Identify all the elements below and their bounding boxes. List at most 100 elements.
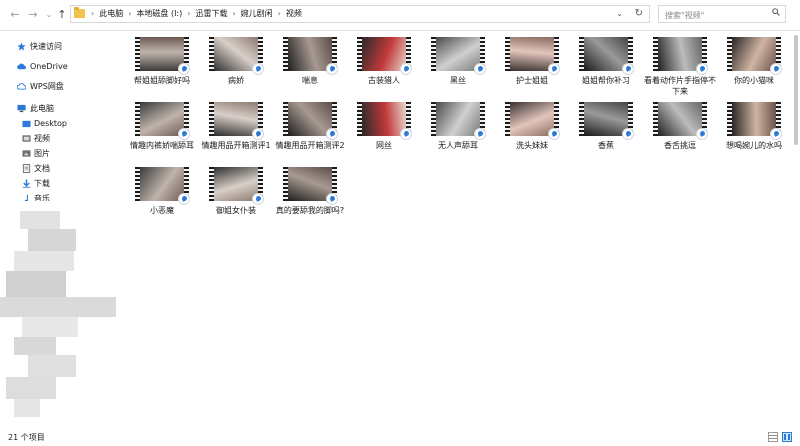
- film-perforation: [727, 102, 732, 136]
- file-name: 洗头妹妹: [516, 141, 548, 150]
- sidebar-item-documents[interactable]: 文档: [0, 161, 116, 176]
- vertical-scrollbar[interactable]: [792, 31, 800, 428]
- blur-block: [14, 337, 56, 355]
- recent-locations-button[interactable]: ⌄: [42, 8, 56, 22]
- file-name: 情趣内裤娇喘舔耳: [130, 141, 194, 150]
- breadcrumb-current[interactable]: 视频: [283, 6, 305, 22]
- video-file-icon: [548, 128, 560, 140]
- file-item[interactable]: 看着动作片手指停不下来: [644, 33, 716, 97]
- sidebar-item-pictures[interactable]: 图片: [0, 146, 116, 161]
- folder-icon: [74, 7, 85, 18]
- file-item[interactable]: 喘息: [274, 33, 346, 97]
- video-file-icon: [696, 63, 708, 75]
- film-perforation: [209, 37, 214, 71]
- address-dropdown-icon[interactable]: ⌄: [616, 6, 623, 22]
- details-view-button[interactable]: [768, 432, 778, 442]
- film-perforation: [579, 37, 584, 71]
- sidebar-item-downloads[interactable]: 下载: [0, 176, 116, 191]
- file-item[interactable]: 帮姐姐舔脚好吗: [126, 33, 198, 97]
- search-input[interactable]: [663, 7, 767, 23]
- cloud-outline-icon: [17, 83, 26, 90]
- arrow-right-icon: →: [28, 8, 38, 21]
- breadcrumb-drive[interactable]: 本地磁盘 (I:): [133, 6, 185, 22]
- sidebar-item-label: 文档: [34, 164, 50, 173]
- search-icon[interactable]: [772, 8, 780, 16]
- video-file-icon: [770, 128, 782, 140]
- desktop-folder-icon: [22, 120, 31, 128]
- video-file-icon: [474, 63, 486, 75]
- file-item[interactable]: 黑丝: [422, 33, 494, 97]
- cloud-icon: [17, 63, 26, 70]
- breadcrumb-folder[interactable]: 婉儿剧闲: [238, 6, 276, 22]
- blur-block: [28, 229, 76, 251]
- scrollbar-thumb[interactable]: [794, 35, 798, 145]
- file-item[interactable]: 香舌挑逗: [644, 98, 716, 162]
- sidebar-item-music[interactable]: 音乐: [0, 191, 116, 201]
- blur-block: [20, 211, 60, 229]
- file-item[interactable]: 你的小猫咪: [718, 33, 790, 97]
- film-perforation: [431, 37, 436, 71]
- file-name: 情趣用品开箱测评2: [275, 141, 345, 150]
- video-file-icon: [326, 63, 338, 75]
- sidebar-item-label: 下载: [34, 179, 50, 188]
- video-folder-icon: [22, 135, 31, 142]
- large-icons-view-button[interactable]: [782, 432, 792, 442]
- file-item[interactable]: 御姐女仆装: [200, 163, 272, 227]
- blurred-region: [0, 211, 116, 421]
- sidebar-item-videos[interactable]: 视频: [0, 131, 116, 146]
- sidebar-item-desktop[interactable]: Desktop: [0, 116, 116, 131]
- back-button[interactable]: ←: [8, 8, 22, 22]
- video-file-icon: [622, 128, 634, 140]
- film-perforation: [135, 167, 140, 201]
- film-perforation: [283, 37, 288, 71]
- refresh-icon[interactable]: ↻: [635, 6, 643, 22]
- sidebar-item-label: Desktop: [34, 119, 67, 128]
- sidebar-item-wps[interactable]: WPS网盘: [0, 79, 116, 94]
- blur-block: [0, 297, 116, 317]
- sidebar-item-this-pc[interactable]: 此电脑: [0, 101, 116, 116]
- up-button[interactable]: ↑: [55, 8, 69, 22]
- video-file-icon: [548, 63, 560, 75]
- file-item[interactable]: 真的要舔我的脚吗?: [274, 163, 346, 227]
- sidebar-item-label: WPS网盘: [30, 82, 64, 91]
- breadcrumb-downloads[interactable]: 迅雷下载: [192, 6, 230, 22]
- video-file-icon: [252, 128, 264, 140]
- music-icon: [24, 194, 28, 201]
- file-name: 香舌挑逗: [664, 141, 696, 150]
- film-perforation: [209, 102, 214, 136]
- video-file-icon: [178, 128, 190, 140]
- file-name: 姐姐帮你补习: [582, 76, 630, 85]
- file-item[interactable]: 洗头妹妹: [496, 98, 568, 162]
- file-item[interactable]: 小恶魔: [126, 163, 198, 227]
- file-item[interactable]: 香蕉: [570, 98, 642, 162]
- file-item[interactable]: 情趣用品开箱测评2: [274, 98, 346, 162]
- blur-block: [6, 271, 66, 297]
- document-folder-icon: [22, 164, 31, 173]
- file-item[interactable]: 无人声舔耳: [422, 98, 494, 162]
- file-item[interactable]: 情趣内裤娇喘舔耳: [126, 98, 198, 162]
- file-item[interactable]: 想喝婉儿的水吗: [718, 98, 790, 162]
- search-box[interactable]: [658, 5, 786, 23]
- file-item[interactable]: 古装猎人: [348, 33, 420, 97]
- file-item[interactable]: 姐姐帮你补习: [570, 33, 642, 97]
- film-perforation: [653, 102, 658, 136]
- chevron-down-icon: ⌄: [45, 10, 53, 19]
- breadcrumb-this-pc[interactable]: 此电脑: [96, 6, 126, 22]
- sidebar-item-quick-access[interactable]: 快速访问: [0, 39, 116, 54]
- address-bar[interactable]: › 此电脑 › 本地磁盘 (I:) › 迅雷下载 › 婉儿剧闲 › 视频 ⌄ ↻: [70, 5, 650, 23]
- address-toolbar: ← → ⌄ ↑ › 此电脑 › 本地磁盘 (I:) › 迅雷下载 › 婉儿剧闲 …: [0, 0, 800, 31]
- forward-button[interactable]: →: [26, 8, 40, 22]
- file-name: 护士姐姐: [516, 76, 548, 85]
- picture-folder-icon: [22, 150, 31, 157]
- file-name: 看着动作片手指停不下来: [644, 76, 716, 96]
- file-item[interactable]: 病娇: [200, 33, 272, 97]
- film-perforation: [357, 102, 362, 136]
- video-file-icon: [178, 63, 190, 75]
- file-item[interactable]: 情趣用品开箱测评1: [200, 98, 272, 162]
- sidebar-item-onedrive[interactable]: OneDrive: [0, 59, 116, 74]
- sidebar-item-label: 视频: [34, 134, 50, 143]
- blur-block: [28, 355, 76, 377]
- file-name: 小恶魔: [150, 206, 174, 215]
- file-item[interactable]: 网丝: [348, 98, 420, 162]
- file-item[interactable]: 护士姐姐: [496, 33, 568, 97]
